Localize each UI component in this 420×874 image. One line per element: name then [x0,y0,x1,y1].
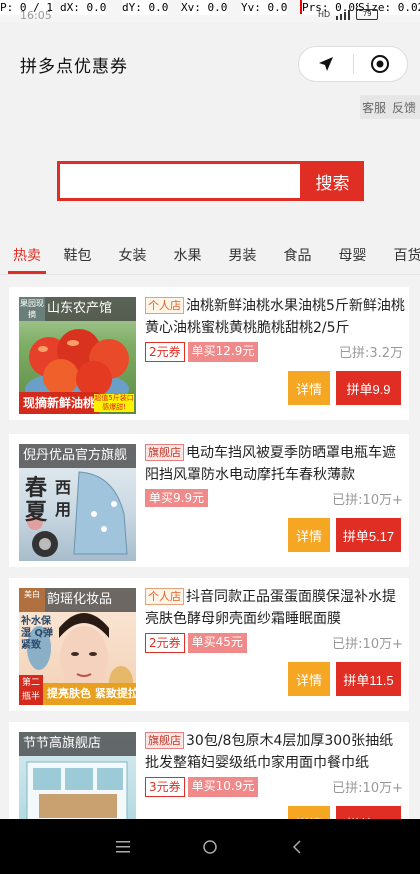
navigation-arrow-icon [318,57,333,71]
group-buy-button[interactable]: 拼单5.17 [336,518,401,552]
product-title[interactable]: 旗舰店 电动车挡风被夏季防晒罩电瓶车遮阳挡风罩防水电动摩托车春秋薄款 [145,442,405,486]
page-title: 拼多点优惠券 [20,57,128,77]
menu-icon [116,840,131,852]
season-text: 西 [55,478,72,497]
tab-shoes-bags[interactable]: 鞋包 [50,238,105,274]
product-image[interactable]: 韵瑶化妆品 美白 补水保湿 Q弹紧致 提亮肤色 紧致提拉 第二瓶半价 [19,588,136,705]
whitening-badge: 美白 [19,588,45,612]
coupon-badge: 3元券 [145,777,185,797]
product-card[interactable]: 山东农产馆 果园现摘 现摘新鲜油桃 超值5斤装口感爆甜! 个人店 油桃新鲜油桃水果… [9,287,409,420]
detail-button[interactable]: 详情 [288,662,330,696]
moisturize-text: 补水保湿 Q弹紧致 [21,616,53,651]
home-circle-icon [203,839,217,854]
close-miniapp-button[interactable] [354,47,408,81]
tab-women[interactable]: 女装 [105,238,160,274]
help-links: 客服 反馈 [360,95,420,119]
app-header: 拼多点优惠券 [0,22,420,102]
shop-type-badge: 个人店 [145,297,184,314]
product-image[interactable]: 山东农产馆 果园现摘 现摘新鲜油桃 超值5斤装口感爆甜! [19,297,136,414]
coupon-badge: 2元券 [145,342,185,362]
tab-hot[interactable]: 热卖 [0,238,50,274]
miniapp-capsule [298,46,408,82]
tabs-divider [0,274,420,275]
tab-men[interactable]: 男装 [215,238,270,274]
search-button[interactable]: 搜索 [301,161,364,201]
tab-food[interactable]: 食品 [270,238,325,274]
product-image[interactable]: 倪丹优品官方旗舰 春 西 夏 用 [19,444,136,561]
promo-tag: 超值5斤装口感爆甜! [94,394,134,412]
debug-dx: dX: 0.0 [60,0,107,15]
tab-fruit[interactable]: 水果 [160,238,215,274]
promo-banner: 现摘新鲜油桃 [19,392,100,414]
search-bar: 搜索 [57,161,364,201]
search-input[interactable] [57,161,303,201]
product-title[interactable]: 个人店 抖音同款正品蛋蛋面膜保湿补水提亮肤色酵母卵壳面纱霜睡眠面膜 [145,586,405,630]
single-price: 单买9.9元 [145,489,209,507]
sold-count: 已拼:10万+ [332,781,403,796]
half-price-badge: 第二瓶半价 [19,675,43,705]
detail-button[interactable]: 详情 [288,518,330,552]
promo-banner: 提亮肤色 紧致提拉 [43,683,136,705]
menu-button[interactable] [108,832,138,862]
sold-count: 已拼:10万+ [332,637,403,652]
status-time: 16:05 [20,9,52,22]
product-card[interactable]: 韵瑶化妆品 美白 补水保湿 Q弹紧致 提亮肤色 紧致提拉 第二瓶半价 个人店抖音… [9,578,409,711]
battery-icon: 79 [356,9,379,20]
sold-count: 已拼:3.2万 [338,346,403,361]
product-title[interactable]: 旗舰店 30包/8包原木4层加厚300张抽纸批发整箱妇婴级纸巾家用面巾餐巾纸 [145,730,405,774]
shop-type-badge: 个人店 [145,588,184,605]
single-price: 单买12.9元 [187,342,259,362]
debug-xv: Xv: 0.0 [181,0,228,15]
price-row: 单买9.9元 [145,489,209,507]
sold-count: 已拼:10万+ [332,493,403,508]
price-row: 3元券 单买10.9元 [145,777,259,797]
home-button[interactable] [195,832,225,862]
price-row: 2元券 单买12.9元 [145,342,259,362]
back-chevron-icon [292,839,301,854]
product-title[interactable]: 个人店 油桃新鲜油桃水果油桃5斤新鲜油桃黄心油桃蜜桃黄桃脆桃甜桃2/5斤 [145,295,405,339]
feedback-link[interactable]: 反馈 [392,99,416,116]
single-price: 单买10.9元 [187,777,259,797]
group-buy-button[interactable]: 拼单11.5 [336,662,401,696]
detail-button[interactable]: 详情 [288,371,330,405]
orchard-badge: 果园现摘 [19,297,45,321]
season-text: 夏 [25,500,48,525]
group-buy-button[interactable]: 拼单9.9 [336,371,401,405]
location-button[interactable] [299,47,353,81]
season-text: 用 [55,500,72,519]
shop-type-badge: 旗舰店 [145,444,184,461]
target-icon [371,55,390,73]
shop-name-overlay: 倪丹优品官方旗舰 [19,444,136,468]
price-row: 2元券 单买45元 [145,633,247,653]
debug-dy: dY: 0.0 [122,0,169,15]
category-tabs: 热卖 鞋包 女装 水果 男装 食品 母婴 百货 [0,238,420,274]
single-price: 单买45元 [187,633,247,653]
system-nav-bar [0,819,420,874]
tab-baby[interactable]: 母婴 [325,238,380,274]
shop-name-overlay: 节节高旗舰店 [19,732,136,756]
shop-type-badge: 旗舰店 [145,732,184,749]
tab-general[interactable]: 百货 [380,238,420,274]
system-icons: HD 79 [318,9,379,20]
back-button[interactable] [282,832,312,862]
service-link[interactable]: 客服 [362,99,386,116]
signal-icon [336,9,351,20]
debug-yv: Yv: 0.0 [241,0,288,15]
coupon-badge: 2元券 [145,633,185,653]
hd-icon: HD [318,10,331,19]
product-card[interactable]: 倪丹优品官方旗舰 春 西 夏 用 旗舰店 电动车挡风被夏季防晒罩电瓶车遮阳挡风罩防… [9,434,409,567]
status-bar: P: 0 / 1 dX: 0.0 dY: 0.0 Xv: 0.0 Yv: 0.0… [0,0,420,22]
